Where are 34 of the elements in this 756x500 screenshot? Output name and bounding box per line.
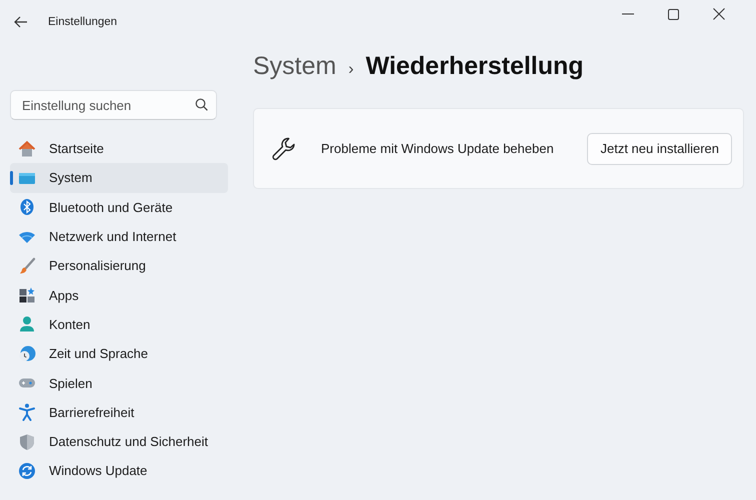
sidebar-item[interactable]: Spielen	[10, 368, 228, 398]
sidebar-item[interactable]: Datenschutz und Sicherheit	[10, 426, 228, 456]
sidebar-item[interactable]: Bluetooth und Geräte	[10, 192, 228, 222]
shield-icon	[18, 432, 36, 451]
window-title: Einstellungen	[48, 16, 118, 28]
sidebar-item[interactable]: Windows Update	[10, 456, 228, 486]
search-field[interactable]: Einstellung suchen	[10, 90, 217, 120]
reinstall-button[interactable]: Jetzt neu installieren	[587, 132, 732, 164]
accessibility-icon	[18, 403, 36, 422]
apps-icon	[18, 286, 36, 304]
sidebar-item[interactable]: Startseite	[10, 134, 228, 164]
sidebar-item[interactable]: Zeit und Sprache	[10, 339, 228, 368]
brush-icon	[18, 256, 36, 275]
sidebar-item[interactable]: Netzwerk und Internet	[10, 222, 228, 252]
bluetooth-icon	[18, 198, 36, 216]
minimize-icon[interactable]	[622, 13, 634, 15]
globe-clock-icon	[18, 344, 36, 363]
breadcrumb-link[interactable]: System	[253, 52, 336, 81]
sidebar-item[interactable]: Personalisierung	[10, 251, 228, 280]
close-icon[interactable]	[713, 8, 725, 20]
search-icon	[195, 98, 208, 111]
page-title: Wiederherstellung	[366, 52, 584, 81]
sidebar-item[interactable]: Barrierefreiheit	[10, 398, 228, 427]
sidebar-item[interactable]: Apps	[10, 280, 228, 310]
breadcrumb-separator: ›	[348, 61, 354, 79]
setting-label: Probleme mit Windows Update beheben	[321, 141, 555, 156]
wrench-icon	[271, 136, 297, 162]
person-icon	[18, 315, 36, 334]
back-arrow-icon[interactable]	[14, 16, 28, 28]
maximize-icon[interactable]	[668, 8, 679, 20]
sidebar-item[interactable]: System	[10, 163, 228, 193]
sync-icon	[18, 462, 36, 480]
house-icon	[18, 140, 36, 158]
sidebar-item[interactable]: Konten	[10, 310, 228, 340]
